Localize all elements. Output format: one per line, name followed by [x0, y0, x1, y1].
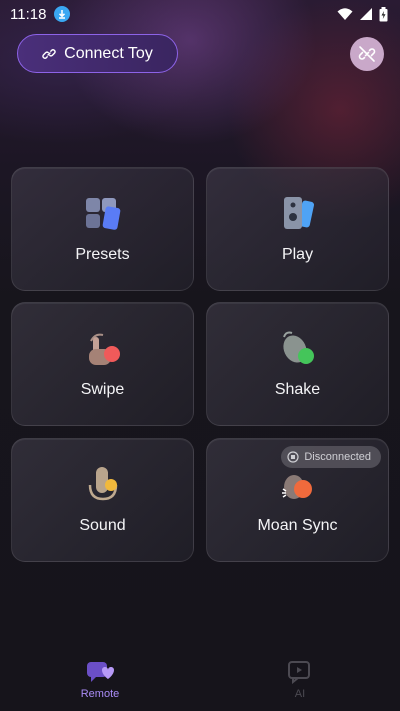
tab-remote-label: Remote: [80, 688, 120, 700]
signal-icon: [360, 8, 372, 20]
battery-icon: [379, 6, 388, 21]
sound-mic-icon: [88, 467, 117, 501]
status-bar: 11:18: [0, 0, 400, 28]
tab-remote[interactable]: Remote: [60, 660, 140, 700]
presets-grid-icon: [85, 198, 120, 230]
connect-toy-label: Connect Toy: [64, 44, 153, 62]
sound-card[interactable]: Sound: [11, 438, 194, 562]
tab-ai-label: AI: [294, 688, 306, 700]
link-icon: [42, 48, 56, 59]
presets-label: Presets: [75, 246, 130, 263]
connect-toy-button[interactable]: Connect Toy: [17, 34, 178, 73]
tab-ai[interactable]: AI: [260, 660, 340, 700]
shake-phone-icon: [282, 331, 314, 364]
sound-label: Sound: [79, 517, 126, 534]
shake-card[interactable]: Shake: [206, 302, 389, 426]
swipe-label: Swipe: [80, 381, 125, 398]
unlink-button[interactable]: [350, 37, 384, 71]
download-icon: [54, 6, 71, 22]
disconnected-icon: [287, 451, 299, 463]
moan-sync-icon: [281, 475, 312, 499]
status-time: 11:18: [10, 5, 47, 23]
shake-label: Shake: [274, 381, 321, 398]
play-card[interactable]: Play: [206, 167, 389, 291]
swipe-card[interactable]: Swipe: [11, 302, 194, 426]
moan-sync-label: Moan Sync: [257, 517, 338, 534]
ai-chat-icon: [288, 661, 310, 684]
wifi-icon: [337, 8, 353, 20]
play-label: Play: [281, 246, 314, 263]
moan-sync-card[interactable]: Disconnected Moan Sync: [206, 438, 389, 562]
unlink-icon: [358, 46, 376, 62]
play-remote-icon: [283, 197, 314, 229]
swipe-hand-icon: [88, 333, 120, 365]
presets-card[interactable]: Presets: [11, 167, 194, 291]
bottom-tab-bar: Remote AI: [0, 646, 400, 711]
connection-status-text: Disconnected: [304, 451, 371, 463]
remote-heart-icon: [87, 662, 114, 682]
